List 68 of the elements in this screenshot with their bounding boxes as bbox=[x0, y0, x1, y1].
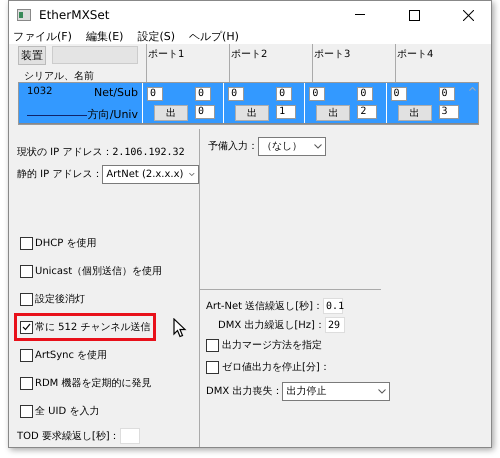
chevron-down-icon bbox=[189, 172, 195, 176]
serial-number: 1032 bbox=[27, 86, 54, 99]
checkbox[interactable] bbox=[20, 320, 33, 334]
device-button[interactable]: 装置 bbox=[18, 46, 46, 65]
app-icon bbox=[17, 9, 31, 21]
spare-input-dropdown[interactable]: （なし） bbox=[258, 136, 326, 156]
checkbox-label: RDM 機器を定期的に発見 bbox=[35, 376, 152, 390]
field-label: 予備入力： bbox=[208, 140, 258, 153]
minimize-icon[interactable] bbox=[355, 14, 365, 16]
mouse-pointer-icon bbox=[173, 318, 188, 338]
net-field[interactable]: 0 bbox=[228, 87, 244, 101]
sub-field[interactable]: 0 bbox=[438, 87, 455, 101]
checkbox[interactable] bbox=[20, 292, 33, 306]
checkbox-label: ゼロ値出力を停止[分]： bbox=[222, 360, 330, 374]
ip-address: 2.106.192.32 bbox=[112, 146, 185, 158]
field-label: TOD 要求繰返し[秒]： bbox=[17, 430, 120, 443]
close-icon[interactable] bbox=[462, 10, 474, 20]
field-label: Art-Net 送信繰返し[秒]： bbox=[206, 300, 324, 312]
field-label: 静的 IP アドレス： bbox=[17, 168, 102, 181]
direction-button[interactable]: 出 bbox=[235, 105, 270, 121]
checkbox[interactable] bbox=[206, 360, 219, 374]
name-underline bbox=[27, 114, 87, 116]
menu-item[interactable]: 設定(S) bbox=[137, 29, 176, 44]
checkbox[interactable] bbox=[20, 404, 33, 418]
chevron-down-icon bbox=[378, 388, 386, 394]
net-field[interactable]: 0 bbox=[309, 87, 326, 101]
checkbox-label: DHCP を使用 bbox=[35, 237, 96, 250]
sub-field[interactable]: 0 bbox=[357, 87, 374, 101]
direction-button[interactable]: 出 bbox=[398, 105, 432, 121]
row-label: 方向/Univ bbox=[88, 106, 138, 122]
direction-button[interactable]: 出 bbox=[316, 105, 350, 121]
field-label: DMX 出力喪失： bbox=[206, 384, 282, 398]
maximize-icon[interactable] bbox=[408, 10, 420, 20]
column-header: シリアル、名前 bbox=[23, 70, 95, 83]
checkbox[interactable] bbox=[20, 236, 33, 250]
chevron-down-icon bbox=[314, 144, 322, 148]
menu-item[interactable]: ヘルプ(H) bbox=[189, 29, 239, 44]
universe-field[interactable]: 2 bbox=[357, 105, 378, 119]
checkbox-label: ArtSync を使用 bbox=[35, 349, 108, 362]
universe-field[interactable]: 0 bbox=[194, 105, 215, 119]
menu-item[interactable]: ファイル(F) bbox=[13, 29, 72, 44]
dmx-repeat-field[interactable]: 29 bbox=[324, 316, 345, 332]
sub-field[interactable]: 0 bbox=[276, 87, 292, 101]
dmx-loss-dropdown[interactable]: 出力停止 bbox=[282, 382, 390, 400]
checkbox-label: 全 UID を入力 bbox=[35, 404, 100, 418]
checkbox[interactable] bbox=[20, 264, 33, 278]
menu-item[interactable]: 編集(E) bbox=[86, 29, 124, 44]
sub-field[interactable]: 0 bbox=[194, 87, 211, 101]
artnet-repeat-field[interactable]: 0.1 bbox=[323, 298, 344, 314]
static-ip-dropdown[interactable]: ArtNet (2.x.x.x) bbox=[102, 164, 199, 184]
net-field[interactable]: 0 bbox=[146, 87, 163, 101]
universe-field[interactable]: 1 bbox=[276, 105, 296, 119]
window-title: EtherMXSet bbox=[39, 8, 110, 22]
tod-field[interactable] bbox=[120, 428, 140, 444]
field-label: 現状の IP アドレス： bbox=[17, 146, 112, 159]
checkbox[interactable] bbox=[20, 348, 33, 362]
checkbox-label: Unicast（個別送信）を使用 bbox=[35, 265, 162, 278]
direction-button[interactable]: 出 bbox=[154, 105, 188, 121]
device-row[interactable]: 1032 Net/Sub 方向/Univ 0 0 出 0 0 0 出 1 0 0 出 2 0 0 出 3 bbox=[19, 83, 478, 124]
field-label: DMX 出力繰返し[Hz]： bbox=[218, 318, 325, 332]
checkbox-label: 出力マージ方法を指定 bbox=[222, 338, 322, 352]
net-field[interactable]: 0 bbox=[390, 87, 407, 101]
universe-field[interactable]: 3 bbox=[438, 105, 459, 119]
checkbox-label: 設定後消灯 bbox=[35, 292, 85, 306]
checkbox-label: 常に 512 チャンネル送信 bbox=[35, 320, 150, 334]
row-label: Net/Sub bbox=[93, 86, 138, 100]
checkbox[interactable] bbox=[20, 376, 33, 390]
checkbox[interactable] bbox=[206, 338, 219, 352]
